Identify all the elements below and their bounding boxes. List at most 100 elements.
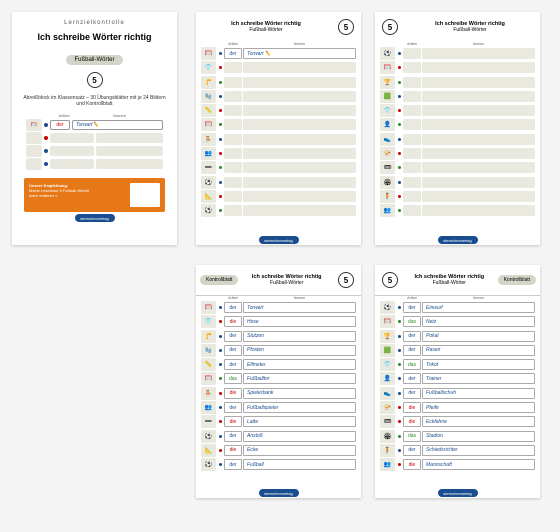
kb2-header: Kontrollblatt Ich schreibe Wörter richti… bbox=[375, 265, 540, 296]
nomen-cell bbox=[243, 105, 356, 116]
row-icon: 👟 bbox=[380, 387, 395, 400]
ws2-header: Ich schreibe Wörter richtigFußball-Wörte… bbox=[375, 12, 540, 42]
goal-icon: 🥅 bbox=[26, 119, 42, 131]
dot-icon bbox=[398, 95, 401, 98]
table-row: 🧍 bbox=[380, 190, 535, 203]
row-icon: 🧍 bbox=[380, 444, 395, 457]
nomen-cell: Rasen bbox=[422, 345, 535, 356]
row-icon: 🥅 bbox=[380, 61, 395, 74]
dot-icon bbox=[219, 66, 222, 69]
artikel-cell: der bbox=[403, 331, 421, 342]
artikel-cell: der bbox=[224, 331, 242, 342]
row-icon: 📯 bbox=[380, 401, 395, 414]
table-row: 🟩 bbox=[380, 90, 535, 103]
artikel-cell bbox=[224, 62, 242, 73]
artikel-cell bbox=[403, 119, 421, 130]
table-row: 🏆 der Pokal bbox=[380, 330, 535, 343]
cover-title: Ich schreibe Wörter richtig bbox=[20, 32, 169, 42]
nomen-cell bbox=[243, 162, 356, 173]
cover-number: 5 bbox=[87, 72, 103, 88]
kontrollblatt-tag: Kontrollblatt bbox=[498, 275, 536, 285]
row-icon: 👥 bbox=[380, 458, 395, 471]
row-icon: 👕 bbox=[380, 358, 395, 371]
row-icon: 👕 bbox=[201, 315, 216, 328]
nomen-cell: Torwart bbox=[243, 302, 356, 313]
cover-subtitle: Fußball-Wörter bbox=[66, 55, 122, 65]
row-icon: 🟩 bbox=[380, 344, 395, 357]
artikel-cell bbox=[403, 91, 421, 102]
dot-icon bbox=[219, 123, 222, 126]
nomen-cell: Pfosten bbox=[243, 345, 356, 356]
nomen-cell: Pokal bbox=[422, 331, 535, 342]
kontrollblatt-2: Kontrollblatt Ich schreibe Wörter richti… bbox=[375, 265, 540, 498]
dot-icon bbox=[398, 166, 401, 169]
row-icon: 🥅 bbox=[201, 372, 216, 385]
table-row: ⚽ bbox=[201, 204, 356, 217]
artikel-cell: die bbox=[224, 388, 242, 399]
nomen-cell bbox=[243, 134, 356, 145]
artikel-cell bbox=[224, 177, 242, 188]
row-icon: ➖ bbox=[201, 415, 216, 428]
row-icon: 🥅 bbox=[201, 47, 216, 60]
dot-icon bbox=[44, 123, 48, 127]
table-row: 👟 bbox=[380, 133, 535, 146]
nomen-cell: Torwart ✏️ bbox=[243, 48, 356, 59]
cover-headers: ArtikelNomen bbox=[26, 113, 163, 118]
dot-icon bbox=[219, 81, 222, 84]
dot-icon bbox=[398, 152, 401, 155]
dot-icon bbox=[219, 95, 222, 98]
nomen-cell: Stadion bbox=[422, 431, 535, 442]
table-row: 📏 der Elfmeter bbox=[201, 358, 356, 371]
nomen-cell: Fußball bbox=[243, 459, 356, 470]
artikel-cell: der bbox=[224, 459, 242, 470]
dot-icon bbox=[219, 181, 222, 184]
artikel-cell: der bbox=[403, 345, 421, 356]
row-icon: 🪑 bbox=[201, 387, 216, 400]
ws1-header: Ich schreibe Wörter richtigFußball-Wörte… bbox=[196, 12, 361, 42]
row-icon: 📐 bbox=[201, 444, 216, 457]
table-row: 🦵 der Stutzen bbox=[201, 330, 356, 343]
kontrollblatt-tag: Kontrollblatt bbox=[200, 275, 238, 285]
dot-icon bbox=[219, 166, 222, 169]
nomen-cell bbox=[422, 105, 535, 116]
artikel-cell: die bbox=[403, 459, 421, 470]
table-row: ➖ bbox=[201, 161, 356, 174]
row-icon: 🧤 bbox=[201, 344, 216, 357]
table-row: 🧍 der Schiedsrichter bbox=[380, 444, 535, 457]
nomen-cell bbox=[422, 162, 535, 173]
artikel-cell bbox=[403, 177, 421, 188]
table-row: 📐 bbox=[201, 190, 356, 203]
nomen-cell: Eckfahne bbox=[422, 416, 535, 427]
dot-icon bbox=[219, 152, 222, 155]
dot-icon bbox=[219, 463, 222, 466]
nomen-cell: Fußballschuh bbox=[422, 388, 535, 399]
artikel-cell bbox=[224, 119, 242, 130]
dot-icon bbox=[398, 138, 401, 141]
row-icon: 👥 bbox=[380, 204, 395, 217]
dot-icon bbox=[398, 335, 401, 338]
nomen-cell: Fußballspieler bbox=[243, 402, 356, 413]
worksheet-2: Ich schreibe Wörter richtigFußball-Wörte… bbox=[375, 12, 540, 245]
table-row: 🥅 der Torwart bbox=[201, 301, 356, 314]
promo-image bbox=[130, 183, 160, 207]
nomen-cell: Schiedsrichter bbox=[422, 445, 535, 456]
row-icon: 👕 bbox=[201, 61, 216, 74]
nomen-cell bbox=[243, 177, 356, 188]
nomen-cell: Mannschaft bbox=[422, 459, 535, 470]
nomen-cell bbox=[422, 191, 535, 202]
artikel-cell: der bbox=[224, 431, 242, 442]
row-icon: ⚽ bbox=[380, 47, 395, 60]
artikel-cell bbox=[403, 205, 421, 216]
table-row: 🥅 das Fußballtor bbox=[201, 372, 356, 385]
ws-number: 5 bbox=[338, 19, 354, 35]
cover-description: Abreißblock im Klassensatz – 30 Übungsbl… bbox=[20, 95, 169, 107]
table-row: 🧤 bbox=[201, 90, 356, 103]
dot-icon bbox=[398, 209, 401, 212]
table-row: ⚽ der Einwurf bbox=[380, 301, 535, 314]
table-row: 🥅 bbox=[201, 118, 356, 131]
row-icon: 🎟 bbox=[380, 161, 395, 174]
artikel-cell bbox=[224, 162, 242, 173]
artikel-cell bbox=[403, 77, 421, 88]
table-row: 👕 das Trikot bbox=[380, 358, 535, 371]
table-row: 🏟 bbox=[380, 176, 535, 189]
